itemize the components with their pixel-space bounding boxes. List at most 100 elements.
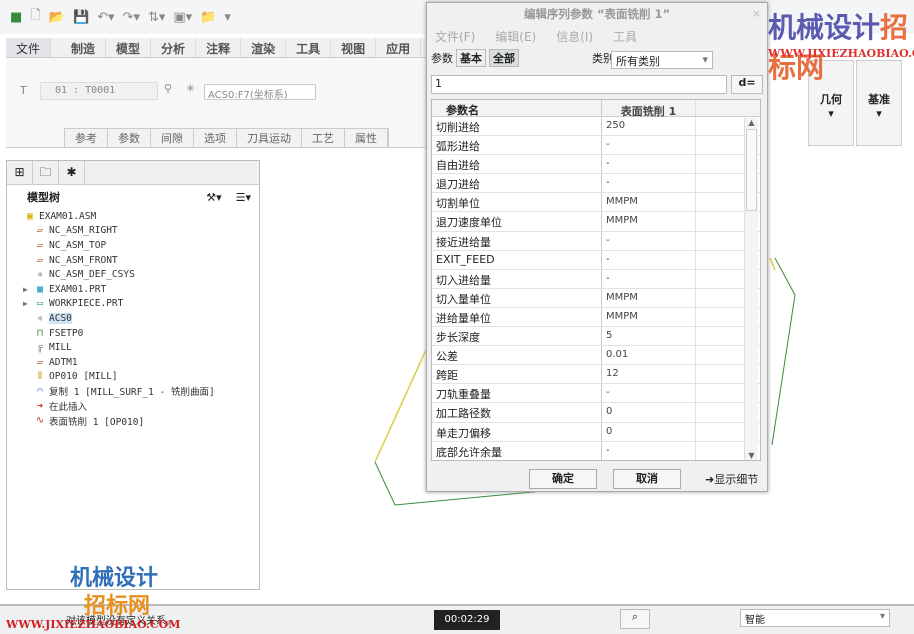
watermark-url: WWW.JIXIEZHAOBIAO.COM <box>768 47 914 60</box>
table-row[interactable]: 进给量单位 MMPM <box>432 307 760 328</box>
param-value[interactable]: - <box>602 269 696 288</box>
table-row[interactable]: 退刀进给 - <box>432 174 760 194</box>
tree-node[interactable]: ⊓ FSETP0 <box>7 326 259 341</box>
tree-node[interactable]: ▶ ▭ WORKPIECE.PRT <box>7 297 259 312</box>
tree-node-label: ACS0 <box>49 312 72 324</box>
param-value[interactable]: - <box>602 136 696 155</box>
table-row[interactable]: 跨距 12 <box>432 365 760 385</box>
table-row[interactable]: 步长深度 5 <box>432 327 760 347</box>
watermark-bottom-subtitle: 招标网 <box>84 593 151 619</box>
tree-node[interactable]: ▱ NC_ASM_RIGHT <box>7 224 259 239</box>
settings-icon[interactable]: ⚒▾ <box>206 191 221 204</box>
param-name: 自由进给 <box>432 155 602 174</box>
tree-node[interactable]: ╔ MILL <box>7 340 259 355</box>
param-value[interactable]: MMPM <box>602 212 696 231</box>
tree-node[interactable]: ▣ EXAM01.ASM <box>7 209 259 224</box>
dialog-menu-item[interactable]: 编辑(E) <box>495 28 536 45</box>
param-value[interactable]: MMPM <box>602 288 696 307</box>
param-name: 切入进给量 <box>432 269 602 288</box>
tree-node-label: 在此插入 <box>49 402 88 414</box>
category-select[interactable]: 所有类别 ▾ <box>611 51 713 69</box>
basic-button[interactable]: 基本 <box>456 49 486 67</box>
show-details-link[interactable]: ➜显示细节 <box>705 471 758 487</box>
d-equals-button[interactable]: d= <box>731 75 763 94</box>
param-value[interactable]: 12 <box>602 365 696 384</box>
dialog-menu-item[interactable]: 工具 <box>613 28 637 45</box>
operation-icon: ⫴ <box>37 371 43 383</box>
param-value[interactable]: MMPM <box>602 193 696 212</box>
tree-node[interactable]: ✳ NC_ASM_DEF_CSYS <box>7 267 259 282</box>
table-row[interactable]: 加工路径数 0 <box>432 403 760 423</box>
expand-arrow-icon[interactable]: ▶ <box>23 299 33 308</box>
param-value[interactable]: - <box>602 441 696 460</box>
tree-node[interactable]: ⫴ OP010 [MILL] <box>7 370 259 385</box>
param-value[interactable]: - <box>602 155 696 174</box>
tree-node-label: NC_ASM_FRONT <box>49 254 118 266</box>
param-value[interactable]: - <box>602 250 696 269</box>
model-tree-tab[interactable]: ⊞ <box>7 161 33 185</box>
param-name: 弧形进给 <box>432 136 602 155</box>
favorites-tab[interactable]: ✱ <box>59 161 85 185</box>
filter-input[interactable]: 1 <box>431 75 727 94</box>
ok-button[interactable]: 确定 <box>529 469 597 489</box>
dialog-title: 编辑序列参数 “表面铣削 1” <box>523 7 671 21</box>
tree-node[interactable]: ▱ NC_ASM_TOP <box>7 238 259 253</box>
show-icon[interactable]: ☰▾ <box>236 191 251 204</box>
table-row[interactable]: 公差 0.01 <box>432 346 760 366</box>
vertical-scrollbar[interactable]: ▲ ▼ <box>744 118 758 460</box>
param-name: 底部允许余量 <box>432 441 602 460</box>
param-value[interactable]: - <box>602 384 696 403</box>
find-icon[interactable]: ⌕ <box>620 609 650 629</box>
param-value[interactable]: 5 <box>602 327 696 346</box>
cancel-button[interactable]: 取消 <box>613 469 681 489</box>
tree-node-label: MILL <box>49 342 72 354</box>
table-row[interactable]: 切入量单位 MMPM <box>432 288 760 308</box>
table-row[interactable]: 接近进给量 - <box>432 231 760 251</box>
param-name: 步长深度 <box>432 327 602 346</box>
expand-arrow-icon[interactable]: ▶ <box>23 285 33 294</box>
dialog-menu-item[interactable]: 文件(F) <box>435 28 475 45</box>
tree-node[interactable]: ◠ 复制 1 [MILL_SURF_1 - 铣削曲面] <box>7 384 259 399</box>
tree-node[interactable]: ▶ ■ EXAM01.PRT <box>7 282 259 297</box>
param-value[interactable]: - <box>602 174 696 193</box>
dialog-menu-item[interactable]: 信息(I) <box>556 28 593 45</box>
tree-list: ▣ EXAM01.ASM ▱ NC_ASM_RIGHT ▱ NC_ASM_TOP ▱ NC_A… <box>7 209 259 428</box>
param-value[interactable]: 0 <box>602 403 696 422</box>
table-row[interactable]: 切割单位 MMPM <box>432 193 760 213</box>
table-row[interactable]: 底部允许余量 - <box>432 441 760 460</box>
tree-node[interactable]: ▱ ADTM1 <box>7 355 259 370</box>
table-row[interactable]: 刀轨重叠量 - <box>432 384 760 404</box>
table-row[interactable]: 切入进给量 - <box>432 269 760 289</box>
csys-icon: ✳ <box>36 269 44 281</box>
table-row[interactable]: 自由进给 - <box>432 155 760 175</box>
datum-plane-icon: ▱ <box>36 356 44 368</box>
param-name: 加工路径数 <box>432 403 602 422</box>
tree-node[interactable]: ∿ 表面铣削 1 [OP010] <box>7 413 259 428</box>
tree-node[interactable]: ✳ ACS0 <box>7 311 259 326</box>
param-value[interactable]: 250 <box>602 117 696 136</box>
param-name: 切入量单位 <box>432 288 602 307</box>
param-value[interactable]: 0 <box>602 422 696 441</box>
param-value[interactable]: 0.01 <box>602 346 696 365</box>
table-row[interactable]: EXIT_FEED - <box>432 250 760 270</box>
selection-filter[interactable]: 智能 ▾ <box>740 609 890 627</box>
watermark-title: 机械设计招标网 <box>768 11 909 84</box>
tree-node[interactable]: ▱ NC_ASM_FRONT <box>7 253 259 268</box>
part-icon: ■ <box>36 283 44 295</box>
param-value[interactable]: MMPM <box>602 307 696 327</box>
tree-node-label: EXAM01.ASM <box>39 210 97 222</box>
tree-node-label: 复制 1 [MILL_SURF_1 - 铣削曲面] <box>49 387 215 399</box>
all-button[interactable]: 全部 <box>489 49 519 67</box>
folder-browser-tab[interactable]: 🗀 <box>33 161 59 185</box>
close-icon[interactable]: × <box>752 7 761 20</box>
selection-filter-value: 智能 <box>745 615 765 626</box>
tree-node-label: WORKPIECE.PRT <box>49 298 124 310</box>
param-value[interactable]: - <box>602 231 696 250</box>
table-row[interactable]: 单走刀偏移 0 <box>432 422 760 442</box>
table-row[interactable]: 切削进给 250 <box>432 117 760 137</box>
scroll-thumb[interactable] <box>746 129 757 211</box>
table-row[interactable]: 弧形进给 - <box>432 136 760 156</box>
table-row[interactable]: 退刀速度单位 MMPM <box>432 212 760 232</box>
tree-node[interactable]: ➜ 在此插入 <box>7 399 259 414</box>
param-name: 退刀速度单位 <box>432 212 602 231</box>
